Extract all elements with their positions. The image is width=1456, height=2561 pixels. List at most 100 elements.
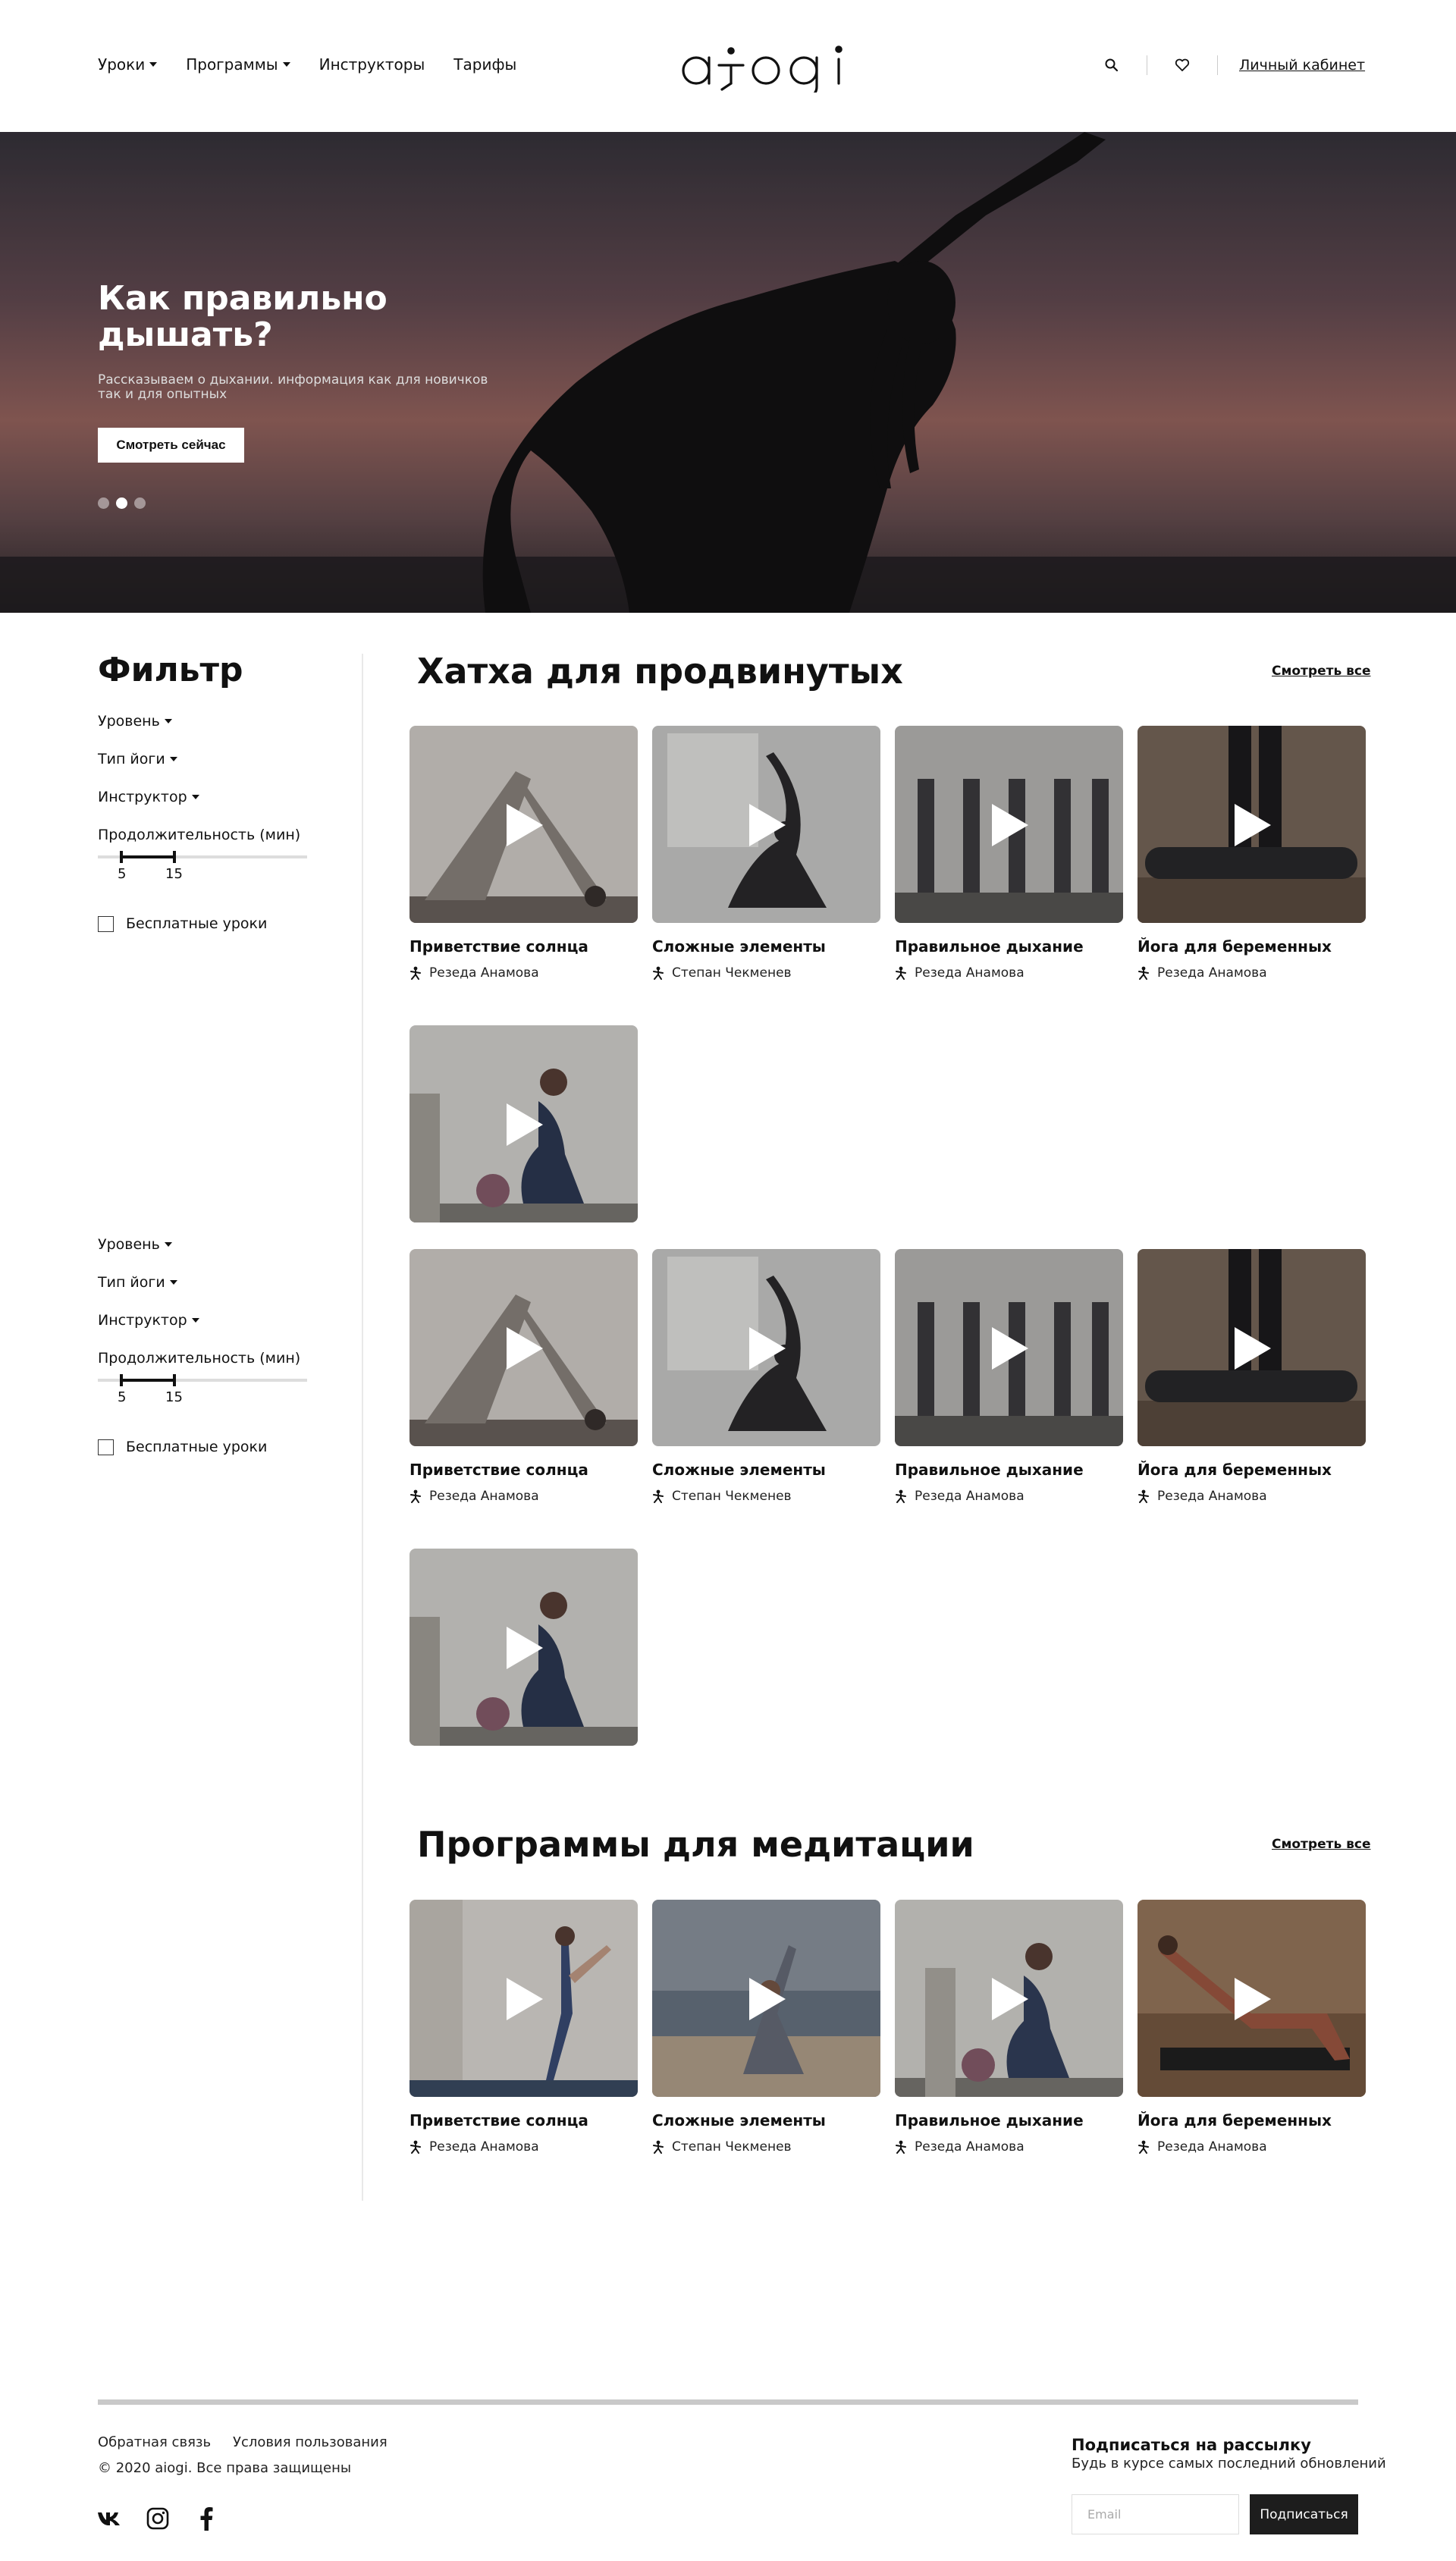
- filter-level[interactable]: Уровень: [98, 1236, 172, 1253]
- play-icon[interactable]: [749, 1978, 786, 2020]
- slider-dot[interactable]: [98, 497, 109, 509]
- lesson-card[interactable]: Правильное дыхание Резеда Анамова: [895, 726, 1123, 981]
- free-lessons-checkbox[interactable]: Бесплатные уроки: [98, 1439, 267, 1455]
- heart-icon[interactable]: [1169, 52, 1196, 79]
- play-icon[interactable]: [507, 804, 543, 846]
- see-all-link[interactable]: Смотреть все: [1272, 664, 1371, 679]
- vk-icon[interactable]: [96, 2506, 122, 2531]
- lesson-title[interactable]: Сложные элементы: [652, 937, 826, 956]
- lesson-card[interactable]: Приветствие солнца Резеда Анамова: [410, 1249, 638, 1504]
- filter-yoga-type[interactable]: Тип йоги: [98, 751, 177, 767]
- watch-now-button[interactable]: Смотреть сейчас: [98, 428, 244, 463]
- play-icon[interactable]: [1235, 804, 1271, 846]
- lesson-card[interactable]: Сложные элементы Степан Чекменев: [652, 1900, 880, 2155]
- play-icon[interactable]: [749, 804, 786, 846]
- see-all-link[interactable]: Смотреть все: [1272, 1837, 1371, 1852]
- play-icon[interactable]: [1235, 1978, 1271, 2020]
- lesson-thumbnail[interactable]: [1138, 1900, 1366, 2097]
- lesson-title[interactable]: Приветствие солнца: [410, 2111, 588, 2129]
- nav-item-pricing[interactable]: Тарифы: [453, 55, 516, 74]
- logo[interactable]: [679, 36, 851, 102]
- lesson-author[interactable]: Степан Чекменев: [652, 965, 792, 981]
- lesson-author[interactable]: Резеда Анамова: [1138, 1489, 1267, 1504]
- play-icon[interactable]: [992, 1978, 1028, 2020]
- facebook-icon[interactable]: [193, 2506, 219, 2531]
- lesson-author[interactable]: Резеда Анамова: [895, 965, 1025, 981]
- account-link[interactable]: Личный кабинет: [1239, 57, 1365, 74]
- lesson-thumbnail[interactable]: [1138, 1249, 1366, 1446]
- lesson-card[interactable]: Правильное дыхание Резеда Анамова: [895, 1900, 1123, 2155]
- lesson-title[interactable]: Сложные элементы: [652, 1461, 826, 1479]
- lesson-card[interactable]: Йога для беременных Резеда Анамова: [1138, 1900, 1366, 2155]
- lesson-author[interactable]: Резеда Анамова: [895, 2139, 1025, 2155]
- lesson-author[interactable]: Резеда Анамова: [895, 1489, 1025, 1504]
- play-icon[interactable]: [992, 1327, 1028, 1370]
- play-icon[interactable]: [992, 804, 1028, 846]
- lesson-title[interactable]: Приветствие солнца: [410, 937, 588, 956]
- footer-link-terms[interactable]: Условия пользования: [233, 2434, 388, 2450]
- nav-item-instructors[interactable]: Инструкторы: [319, 55, 425, 74]
- play-icon[interactable]: [507, 1978, 543, 2020]
- lesson-title[interactable]: Правильное дыхание: [895, 1461, 1084, 1479]
- free-lessons-checkbox[interactable]: Бесплатные уроки: [98, 915, 267, 932]
- lesson-title[interactable]: Правильное дыхание: [895, 937, 1084, 956]
- nav-item-programs[interactable]: Программы: [186, 55, 290, 74]
- lesson-card[interactable]: Сложные элементы Степан Чекменев: [652, 726, 880, 981]
- search-icon[interactable]: [1098, 52, 1125, 79]
- lesson-card[interactable]: Приветствие солнца Резеда Анамова: [410, 1900, 638, 2155]
- footer-link-feedback[interactable]: Обратная связь: [98, 2434, 211, 2450]
- play-icon[interactable]: [507, 1103, 543, 1146]
- lesson-card[interactable]: Йога для беременных Резеда Анамова: [1138, 1249, 1366, 1504]
- slider-handle-max[interactable]: [173, 1374, 176, 1386]
- lesson-card[interactable]: Йога для беременных Резеда Анамова: [1138, 726, 1366, 981]
- lesson-card[interactable]: Сложные элементы Степан Чекменев: [652, 1249, 880, 1504]
- lesson-card[interactable]: [410, 1549, 638, 1746]
- nav-item-lessons[interactable]: Уроки: [98, 55, 158, 74]
- filter-level[interactable]: Уровень: [98, 713, 172, 730]
- lesson-thumbnail[interactable]: [895, 1249, 1123, 1446]
- lesson-title[interactable]: Правильное дыхание: [895, 2111, 1084, 2129]
- lesson-card[interactable]: [410, 1025, 638, 1222]
- lesson-thumbnail[interactable]: [410, 726, 638, 923]
- lesson-author[interactable]: Резеда Анамова: [410, 965, 539, 981]
- lesson-thumbnail[interactable]: [410, 1249, 638, 1446]
- checkbox-box[interactable]: [98, 1439, 114, 1455]
- lesson-title[interactable]: Йога для беременных: [1138, 1461, 1332, 1479]
- lesson-thumbnail[interactable]: [410, 1900, 638, 2097]
- slider-handle-min[interactable]: [120, 1374, 123, 1386]
- lesson-title[interactable]: Йога для беременных: [1138, 937, 1332, 956]
- slider-handle-min[interactable]: [120, 851, 123, 863]
- lesson-thumbnail[interactable]: [1138, 726, 1366, 923]
- lesson-thumbnail[interactable]: [652, 726, 880, 923]
- lesson-title[interactable]: Йога для беременных: [1138, 2111, 1332, 2129]
- duration-slider[interactable]: 5 15: [98, 851, 307, 882]
- lesson-card[interactable]: Правильное дыхание Резеда Анамова: [895, 1249, 1123, 1504]
- email-field[interactable]: [1072, 2494, 1239, 2534]
- lesson-author[interactable]: Резеда Анамова: [410, 1489, 539, 1504]
- duration-slider[interactable]: 5 15: [98, 1374, 307, 1405]
- lesson-thumbnail[interactable]: [895, 1900, 1123, 2097]
- lesson-title[interactable]: Приветствие солнца: [410, 1461, 588, 1479]
- lesson-thumbnail[interactable]: [652, 1249, 880, 1446]
- lesson-author[interactable]: Резеда Анамова: [410, 2139, 539, 2155]
- slider-dot-active[interactable]: [116, 497, 127, 509]
- filter-instructor[interactable]: Инструктор: [98, 789, 199, 805]
- filter-yoga-type[interactable]: Тип йоги: [98, 1274, 177, 1291]
- lesson-thumbnail[interactable]: [895, 726, 1123, 923]
- play-icon[interactable]: [1235, 1327, 1271, 1370]
- play-icon[interactable]: [507, 1627, 543, 1669]
- filter-instructor[interactable]: Инструктор: [98, 1312, 199, 1329]
- checkbox-box[interactable]: [98, 915, 114, 932]
- lesson-thumbnail[interactable]: [410, 1025, 638, 1222]
- lesson-author[interactable]: Степан Чекменев: [652, 1489, 792, 1504]
- slider-handle-max[interactable]: [173, 851, 176, 863]
- lesson-title[interactable]: Сложные элементы: [652, 2111, 826, 2129]
- lesson-thumbnail[interactable]: [410, 1549, 638, 1746]
- lesson-card[interactable]: Приветствие солнца Резеда Анамова: [410, 726, 638, 981]
- lesson-author[interactable]: Степан Чекменев: [652, 2139, 792, 2155]
- lesson-author[interactable]: Резеда Анамова: [1138, 2139, 1267, 2155]
- play-icon[interactable]: [749, 1327, 786, 1370]
- slider-dot[interactable]: [134, 497, 146, 509]
- play-icon[interactable]: [507, 1327, 543, 1370]
- lesson-thumbnail[interactable]: [652, 1900, 880, 2097]
